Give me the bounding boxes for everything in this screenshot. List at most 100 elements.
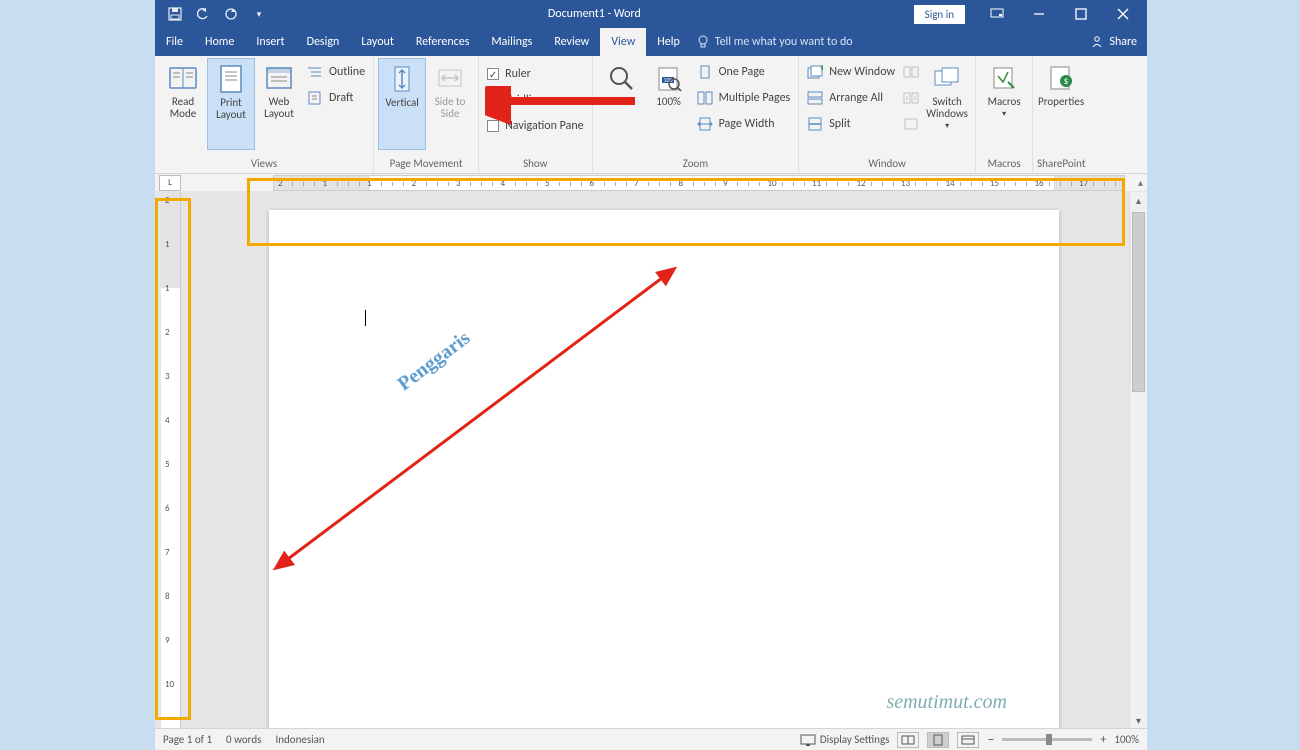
group-views: Read Mode Print Layout Web Layout Outlin… [155,56,374,173]
tab-file[interactable]: File [155,28,194,56]
redo-icon[interactable] [219,2,243,26]
group-zoom: Zoom 100 100% One Page Multiple Pages Pa… [593,56,800,173]
read-mode-view-icon[interactable] [897,732,919,748]
scroll-up-icon[interactable]: ▴ [1130,192,1147,208]
tab-help[interactable]: Help [646,28,691,56]
share-icon [1090,35,1104,49]
tab-layout[interactable]: Layout [350,28,405,56]
properties-button[interactable]: S Properties [1037,58,1085,150]
status-language[interactable]: Indonesian [275,733,324,746]
status-bar: Page 1 of 1 0 words Indonesian Display S… [155,728,1147,750]
group-macros: Macros ▾ Macros [976,56,1033,173]
close-icon[interactable] [1103,0,1143,28]
maximize-icon[interactable] [1061,0,1101,28]
status-page[interactable]: Page 1 of 1 [163,733,212,746]
draft-icon [307,91,323,105]
tab-selector[interactable]: L [159,175,181,191]
web-layout-view-icon[interactable] [957,732,979,748]
zoom-100-icon: 100 [653,62,685,94]
vertical-icon [386,63,418,95]
web-layout-icon [263,62,295,94]
zoom-level[interactable]: 100% [1114,733,1139,746]
tellme-search[interactable]: Tell me what you want to do [697,28,853,56]
checkbox-icon [487,94,499,106]
vertical-scrollbar[interactable]: ▴ ▾ [1129,192,1147,728]
print-layout-button[interactable]: Print Layout [207,58,255,150]
vertical-ruler[interactable]: 2112345678910 [161,192,181,728]
scroll-up-icon[interactable]: ▴ [1138,176,1143,189]
quick-access-toolbar: ▾ [155,2,279,26]
multiple-pages-icon [697,91,713,105]
display-settings-button[interactable]: Display Settings [800,733,890,746]
arrange-all-icon [807,91,823,105]
switch-windows-button[interactable]: Switch Windows ▾ [923,58,971,150]
zoom-100-button[interactable]: 100 100% [645,58,693,150]
read-mode-button[interactable]: Read Mode [159,58,207,150]
ruler-row: L 21123456789101112131415161718 ▴ [155,174,1147,192]
multiple-pages-button[interactable]: Multiple Pages [697,88,791,108]
zoom-in-button[interactable]: + [1100,733,1106,747]
split-button[interactable]: Split [807,114,895,134]
group-page-movement: Vertical Side to Side Page Movement [374,56,479,173]
side-to-side-icon [434,62,466,94]
group-zoom-label: Zoom [597,155,795,173]
new-window-button[interactable]: ✶New Window [807,62,895,82]
group-show-label: Show [483,155,588,173]
svg-text:S: S [1064,77,1068,87]
svg-text:✶: ✶ [819,65,823,74]
group-macros-label: Macros [980,155,1028,173]
qat-customize-icon[interactable]: ▾ [247,2,271,26]
undo-icon[interactable] [191,2,215,26]
page-width-button[interactable]: Page Width [697,114,791,134]
outline-button[interactable]: Outline [307,62,365,82]
signin-button[interactable]: Sign in [914,5,965,24]
ribbon-display-options-icon[interactable] [977,0,1017,28]
split-icon [807,117,823,131]
tab-home[interactable]: Home [194,28,245,56]
zoom-out-button[interactable]: − [987,731,994,748]
print-layout-icon [215,63,247,95]
tab-references[interactable]: References [405,28,481,56]
gridlines-checkbox[interactable]: Gridlines [487,90,584,110]
properties-icon: S [1045,62,1077,94]
share-button[interactable]: Share [1090,28,1137,56]
zoom-slider[interactable] [1002,738,1092,741]
print-layout-view-icon[interactable] [927,732,949,748]
window-title: Document1 - Word [279,7,910,21]
zoom-icon [605,62,637,94]
macros-icon [988,62,1020,94]
status-words[interactable]: 0 words [226,733,261,746]
one-page-button[interactable]: One Page [697,62,791,82]
checkbox-checked-icon: ✓ [487,68,499,80]
navpane-checkbox[interactable]: Navigation Pane [487,116,584,136]
scrollbar-thumb[interactable] [1132,212,1145,392]
group-window: ✶New Window Arrange All Split Switch Win… [799,56,976,173]
tab-design[interactable]: Design [296,28,351,56]
ruler-checkbox[interactable]: ✓Ruler [487,64,584,84]
window-controls: Sign in [910,0,1147,28]
vertical-button[interactable]: Vertical [378,58,426,150]
scroll-down-icon[interactable]: ▾ [1130,712,1147,728]
read-mode-icon [167,62,199,94]
horizontal-ruler[interactable]: 21123456789101112131415161718 [273,175,1125,191]
zoom-button[interactable]: Zoom [597,58,645,150]
arrange-all-button[interactable]: Arrange All [807,88,895,108]
watermark-text: semutimut.com [886,691,1007,714]
group-views-label: Views [159,155,369,173]
document-page[interactable] [269,210,1059,728]
tab-view[interactable]: View [600,28,646,56]
word-window: ▾ Document1 - Word Sign in File Home Ins… [155,0,1147,750]
draft-button[interactable]: Draft [307,88,365,108]
document-area: 2112345678910 ▴ ▾ Penggaris semutimut.co… [155,192,1147,728]
web-layout-button[interactable]: Web Layout [255,58,303,150]
side-to-side-button[interactable]: Side to Side [426,58,474,150]
outline-icon [307,65,323,79]
ribbon-tabs: File Home Insert Design Layout Reference… [155,28,1147,56]
minimize-icon[interactable] [1019,0,1059,28]
save-icon[interactable] [163,2,187,26]
tab-mailings[interactable]: Mailings [480,28,543,56]
tab-insert[interactable]: Insert [245,28,295,56]
tab-review[interactable]: Review [543,28,600,56]
ribbon: Read Mode Print Layout Web Layout Outlin… [155,56,1147,174]
macros-button[interactable]: Macros ▾ [980,58,1028,150]
